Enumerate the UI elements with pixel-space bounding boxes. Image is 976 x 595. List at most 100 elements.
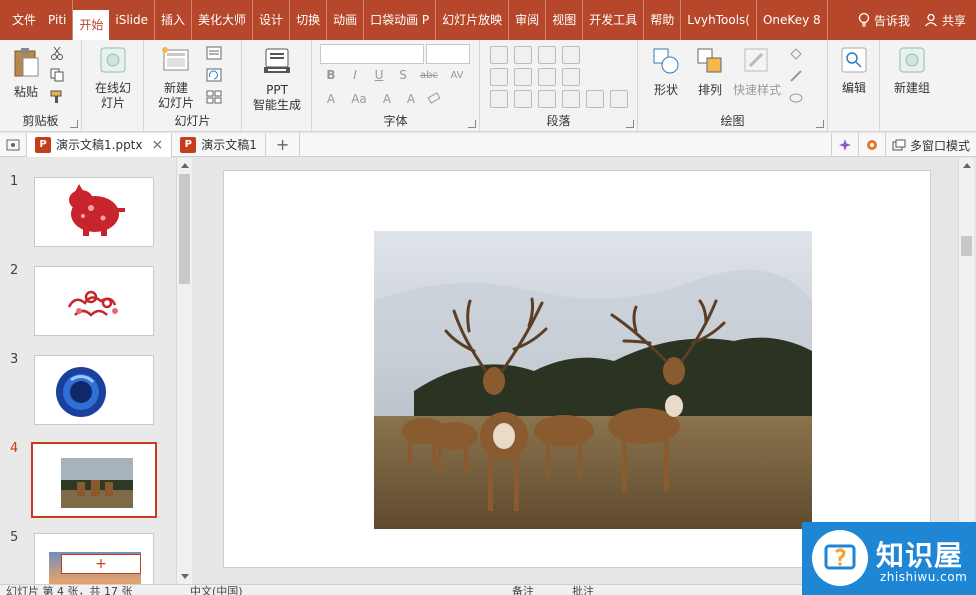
- slide-thumbnail-3[interactable]: [34, 355, 154, 425]
- menu-home[interactable]: 开始: [73, 10, 110, 40]
- line-spacing-icon[interactable]: [538, 46, 556, 64]
- settings-button[interactable]: [857, 133, 885, 157]
- increase-indent-icon[interactable]: [514, 68, 532, 86]
- scroll-down-icon[interactable]: [181, 574, 189, 579]
- bullets-icon[interactable]: [490, 46, 508, 64]
- menu-view[interactable]: 视图: [546, 0, 584, 40]
- font-grow-button[interactable]: A: [322, 92, 340, 106]
- menu-animation[interactable]: 动画: [327, 0, 365, 40]
- format-painter-icon[interactable]: [50, 90, 64, 104]
- outline-icon[interactable]: [788, 68, 804, 84]
- arrange-button[interactable]: 排列: [690, 46, 730, 98]
- paragraph-launcher-icon[interactable]: [626, 120, 634, 128]
- text-direction-icon[interactable]: [562, 46, 580, 64]
- align-center-icon[interactable]: [514, 90, 532, 108]
- drawing-launcher-icon[interactable]: [816, 120, 824, 128]
- share-button[interactable]: 共享: [924, 12, 966, 29]
- slide-thumbnail-5[interactable]: +: [34, 533, 154, 584]
- tab-doc1[interactable]: P 演示文稿1.pptx ×: [27, 132, 173, 157]
- add-tab-button[interactable]: +: [266, 132, 301, 157]
- new-group-button[interactable]: 新建组: [886, 46, 938, 96]
- lightbulb-icon: [858, 12, 870, 27]
- online-slides-line2: 灯片: [100, 96, 125, 110]
- canvas-scrollbar[interactable]: [958, 158, 974, 584]
- char-spacing-button[interactable]: AV: [446, 70, 468, 81]
- shapes-icon: [653, 48, 679, 74]
- edit-button[interactable]: 编辑: [834, 46, 874, 96]
- tab-list-icon: [6, 139, 20, 150]
- ppt-ai-button[interactable]: PPT 智能生成: [248, 46, 306, 113]
- tab-doc2-label: 演示文稿1: [201, 138, 257, 152]
- strikethrough-button[interactable]: abc: [418, 70, 440, 81]
- multi-window-button[interactable]: 多窗口模式: [884, 133, 976, 157]
- tab-doc2[interactable]: P 演示文稿1: [172, 132, 266, 157]
- comments-button[interactable]: 批注: [572, 586, 594, 595]
- bold-button[interactable]: B: [322, 68, 340, 82]
- menu-piti[interactable]: Piti: [42, 0, 74, 40]
- highlight-button[interactable]: A: [378, 92, 396, 106]
- align-text-icon[interactable]: [562, 68, 580, 86]
- current-slide[interactable]: [223, 170, 931, 568]
- watermark-logo-icon: [812, 530, 868, 586]
- font-launcher-icon[interactable]: [468, 120, 476, 128]
- underline-button[interactable]: U: [370, 68, 388, 82]
- language-status[interactable]: 中文(中国): [190, 586, 243, 595]
- numbering-icon[interactable]: [514, 46, 532, 64]
- menu-help[interactable]: 帮助: [644, 0, 682, 40]
- align-left-icon[interactable]: [490, 90, 508, 108]
- italic-button[interactable]: I: [346, 68, 364, 82]
- align-right-icon[interactable]: [538, 90, 556, 108]
- clipboard-launcher-icon[interactable]: [70, 120, 78, 128]
- section-icon[interactable]: [206, 90, 222, 104]
- shadow-button[interactable]: S: [394, 68, 412, 82]
- close-icon[interactable]: ×: [152, 137, 164, 153]
- scroll-up-icon[interactable]: [181, 163, 189, 168]
- new-slide-button[interactable]: 新建 幻灯片: [150, 46, 202, 111]
- tab-bar-menu[interactable]: [0, 132, 27, 157]
- menu-file[interactable]: 文件: [0, 0, 42, 40]
- fill-icon[interactable]: [788, 46, 804, 62]
- change-case-button[interactable]: Aa: [346, 92, 372, 106]
- reset-icon[interactable]: [206, 68, 222, 82]
- menu-beautify[interactable]: 美化大师: [192, 0, 254, 40]
- notes-button[interactable]: 备注: [512, 586, 534, 595]
- shape-button[interactable]: 形状: [646, 46, 686, 98]
- copy-icon[interactable]: [50, 68, 64, 82]
- menu-pocket-animation[interactable]: 口袋动画 P: [364, 0, 437, 40]
- layout-icon[interactable]: [206, 46, 222, 60]
- slide-panel-scroll-thumb[interactable]: [179, 174, 190, 284]
- font-color-button[interactable]: A: [402, 92, 420, 106]
- columns-icon[interactable]: [538, 68, 556, 86]
- justify-icon[interactable]: [562, 90, 580, 108]
- menu-developer[interactable]: 开发工具: [583, 0, 645, 40]
- slide-thumbnail-1[interactable]: [34, 177, 154, 247]
- quick-style-button[interactable]: 快速样式: [730, 46, 784, 98]
- plugin-button[interactable]: [830, 133, 858, 157]
- canvas-scroll-up-icon[interactable]: [963, 163, 971, 168]
- distributed-icon[interactable]: [586, 90, 604, 108]
- slide-panel-scrollbar[interactable]: [176, 158, 192, 584]
- slide-thumbnail-2[interactable]: [34, 266, 154, 336]
- effects-icon[interactable]: [788, 90, 804, 106]
- canvas-scroll-thumb[interactable]: [961, 236, 972, 256]
- cut-icon[interactable]: [50, 46, 64, 60]
- deer-photo[interactable]: [374, 231, 812, 529]
- menu-design[interactable]: 设计: [253, 0, 291, 40]
- menu-review[interactable]: 审阅: [509, 0, 547, 40]
- font-size-select[interactable]: [426, 44, 470, 64]
- menu-transition[interactable]: 切换: [290, 0, 328, 40]
- add-slide-button[interactable]: +: [61, 554, 141, 574]
- menu-islide[interactable]: iSlide: [109, 0, 156, 40]
- tell-me[interactable]: 告诉我: [858, 12, 910, 29]
- smartart-icon[interactable]: [610, 90, 628, 108]
- paste-button[interactable]: 粘贴: [8, 46, 44, 100]
- online-slides-button[interactable]: 在线幻 灯片: [88, 46, 138, 111]
- menu-slideshow[interactable]: 幻灯片放映: [436, 0, 510, 40]
- menu-insert[interactable]: 插入: [155, 0, 193, 40]
- clear-format-icon[interactable]: [426, 92, 442, 106]
- menu-onekey[interactable]: OneKey 8: [757, 0, 828, 40]
- font-family-select[interactable]: [320, 44, 424, 64]
- decrease-indent-icon[interactable]: [490, 68, 508, 86]
- menu-lvyhtools[interactable]: LvyhTools(: [681, 0, 757, 40]
- slide-thumbnail-4[interactable]: [31, 442, 157, 518]
